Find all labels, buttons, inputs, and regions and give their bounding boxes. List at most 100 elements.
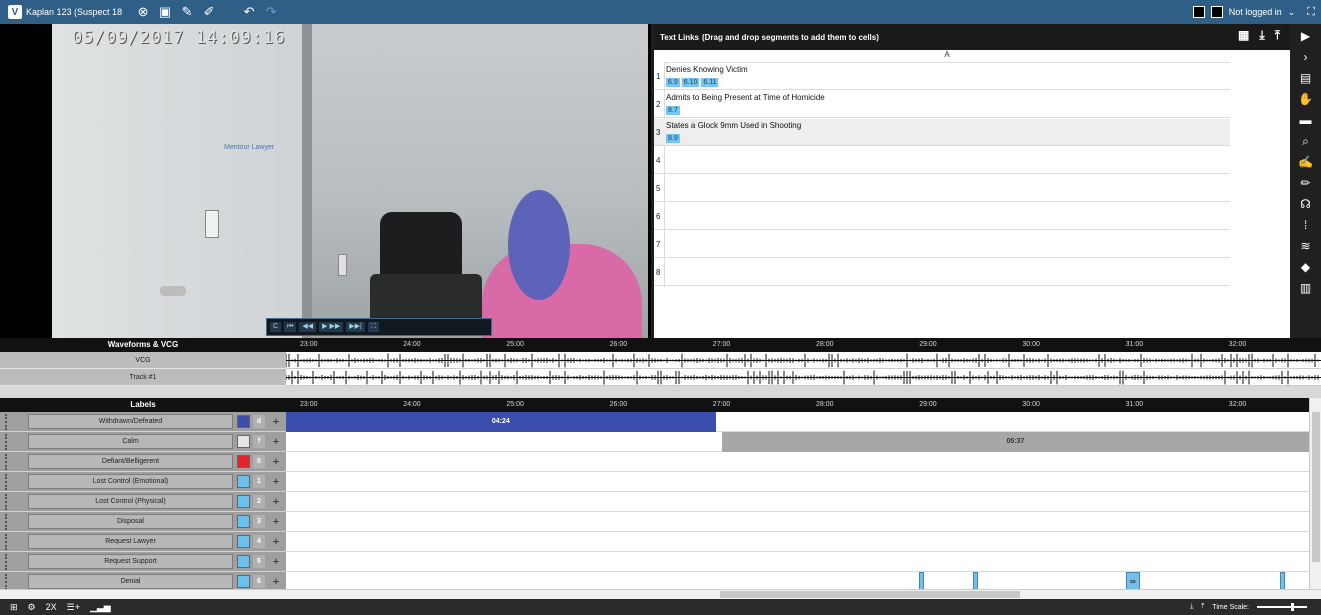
add-track-icon[interactable]: ⊞ [10,602,18,613]
add-segment-button[interactable]: + [270,472,282,492]
film-icon[interactable]: ▥ [1294,279,1318,297]
label-name-button[interactable]: Defiant/Belligerent [28,454,233,469]
save-icon[interactable]: ▣ [154,0,176,24]
label-segment[interactable]: 05:37 [721,432,1309,452]
upload-icon[interactable]: ⤒ [1201,603,1204,611]
label-name-button[interactable]: Denial [28,574,233,589]
gear-icon[interactable]: ⚙ [28,602,36,613]
label-lane[interactable] [286,452,1309,472]
bar-chart-icon[interactable]: ▁▃▅ [90,602,111,613]
comment-icon[interactable]: ▬ [1294,111,1318,129]
text-link-row[interactable]: 6 [654,203,1230,230]
drag-handle-icon[interactable] [5,494,11,510]
label-lane[interactable] [286,492,1309,512]
edit-document-icon[interactable]: ✍ [1294,153,1318,171]
text-link-row[interactable]: 8 [654,259,1230,286]
label-color-swatch[interactable] [237,555,250,568]
label-color-swatch[interactable] [237,515,250,528]
label-name-button[interactable]: Request Support [28,554,233,569]
player-button[interactable]: ◀◀ [299,322,317,332]
drag-handle-icon[interactable] [5,514,11,530]
waveform-alt-icon[interactable]: ≋ [1294,237,1318,255]
text-link-row[interactable]: 5 [654,175,1230,202]
label-name-button[interactable]: Lost Control (Physical) [28,494,233,509]
speaker-icon[interactable]: ☊ [1294,195,1318,213]
label-color-swatch[interactable] [237,535,250,548]
label-color-swatch[interactable] [237,475,250,488]
play-panel-icon[interactable]: ▶ [1294,27,1318,45]
add-row-icon[interactable]: ☰+ [67,602,80,613]
drag-handle-icon[interactable] [5,454,11,470]
thumbs-icon[interactable]: ✋ [1294,90,1318,108]
label-segment[interactable]: 04:24 [286,412,716,432]
tag-icon[interactable]: ◆ [1294,258,1318,276]
add-segment-button[interactable]: + [270,512,282,532]
drag-handle-icon[interactable] [5,534,11,550]
player-button[interactable]: ⏮ [284,322,297,332]
horizontal-scrollbar[interactable] [0,589,1321,599]
label-color-swatch[interactable] [237,495,250,508]
text-link-row[interactable]: 4 [654,147,1230,174]
text-link-row[interactable]: 1 Denies Knowing Victim 6.9 6.10 6.11 [654,63,1230,90]
label-lane[interactable]: 05:37 [286,432,1309,452]
vertical-scrollbar-thumb[interactable] [1312,412,1320,562]
undo-icon[interactable]: ↶ [238,0,260,24]
label-name-button[interactable]: Withdrawn/Defeated [28,414,233,429]
row-text[interactable]: States a Glock 9mm Used in Shooting [666,121,801,130]
player-button[interactable]: C [270,322,282,332]
upload-icon[interactable]: ⤒ [1275,28,1280,43]
vertical-scrollbar[interactable] [1309,398,1321,589]
fullscreen-icon[interactable]: ⛶ [1307,6,1315,19]
row-text[interactable]: Denies Knowing Victim [666,65,748,74]
drag-handle-icon[interactable] [5,414,11,430]
segment-chip[interactable]: 6.10 [681,78,700,87]
label-name-button[interactable]: Lost Control (Emotional) [28,474,233,489]
time-scale-slider-knob[interactable] [1291,603,1294,611]
download-icon[interactable]: ⤓ [1259,28,1264,43]
close-icon[interactable]: ⊗ [132,0,154,24]
labels-timeline-ruler[interactable]: 23:00 24:00 25:00 26:00 27:00 28:00 29:00 30:00… [286,398,1309,412]
drag-handle-icon[interactable] [5,434,11,450]
label-lane[interactable] [286,532,1309,552]
login-status[interactable]: Not logged in [1229,7,1282,17]
search-icon[interactable]: ⌕ [1294,132,1318,150]
horizontal-scrollbar-thumb[interactable] [720,591,1020,598]
add-segment-button[interactable]: + [270,432,282,452]
label-color-swatch[interactable] [237,455,250,468]
screen-icon[interactable] [1192,6,1205,18]
grid-icon[interactable]: ▦ [1238,28,1249,43]
add-segment-button[interactable]: + [270,452,282,472]
timeline-ruler[interactable]: 23:00 24:00 25:00 26:00 27:00 28:00 29:00 30:00… [286,338,1321,352]
label-color-swatch[interactable] [237,415,250,428]
drag-handle-icon[interactable] [5,554,11,570]
label-name-button[interactable]: Disposal [28,514,233,529]
vcg-waveform[interactable] [285,352,1321,369]
time-scale-slider[interactable] [1257,603,1307,611]
label-lane[interactable] [286,472,1309,492]
player-button[interactable]: ▶ ▶▶ [319,322,344,332]
download-icon[interactable]: ⤓ [1190,603,1193,611]
label-color-swatch[interactable] [237,435,250,448]
pencil-icon[interactable]: ✎ [176,0,198,24]
chevron-down-icon[interactable]: ⌄ [1288,7,1296,18]
label-lane[interactable]: 04:24 [286,412,1309,432]
user-icon[interactable] [1210,6,1223,18]
add-segment-button[interactable]: + [270,492,282,512]
add-segment-button[interactable]: + [270,412,282,432]
player-button[interactable]: ▶▶| [346,322,365,332]
redo-icon[interactable]: ↷ [260,0,282,24]
text-link-row[interactable]: 7 [654,231,1230,258]
add-segment-button[interactable]: + [270,532,282,552]
segment-chip[interactable]: 6.9 [666,78,680,87]
text-link-row[interactable]: 3 States a Glock 9mm Used in Shooting 8.9 [654,119,1230,146]
calculator-icon[interactable]: ▤ [1294,69,1318,87]
chevron-right-icon[interactable]: › [1294,48,1318,66]
segment-chip[interactable]: 8.9 [666,134,680,143]
drag-handle-icon[interactable] [5,474,11,490]
video-panel[interactable]: Mentour Lawyer C ⏮ ◀◀ ▶ ▶▶ ▶▶| ⛶ 05/09/2… [0,24,651,338]
label-color-swatch[interactable] [237,575,250,588]
track1-waveform[interactable] [285,369,1321,386]
tag-pencil-icon[interactable]: ✐ [198,0,220,24]
label-lane[interactable] [286,512,1309,532]
segment-chip[interactable]: 8.7 [666,106,680,115]
